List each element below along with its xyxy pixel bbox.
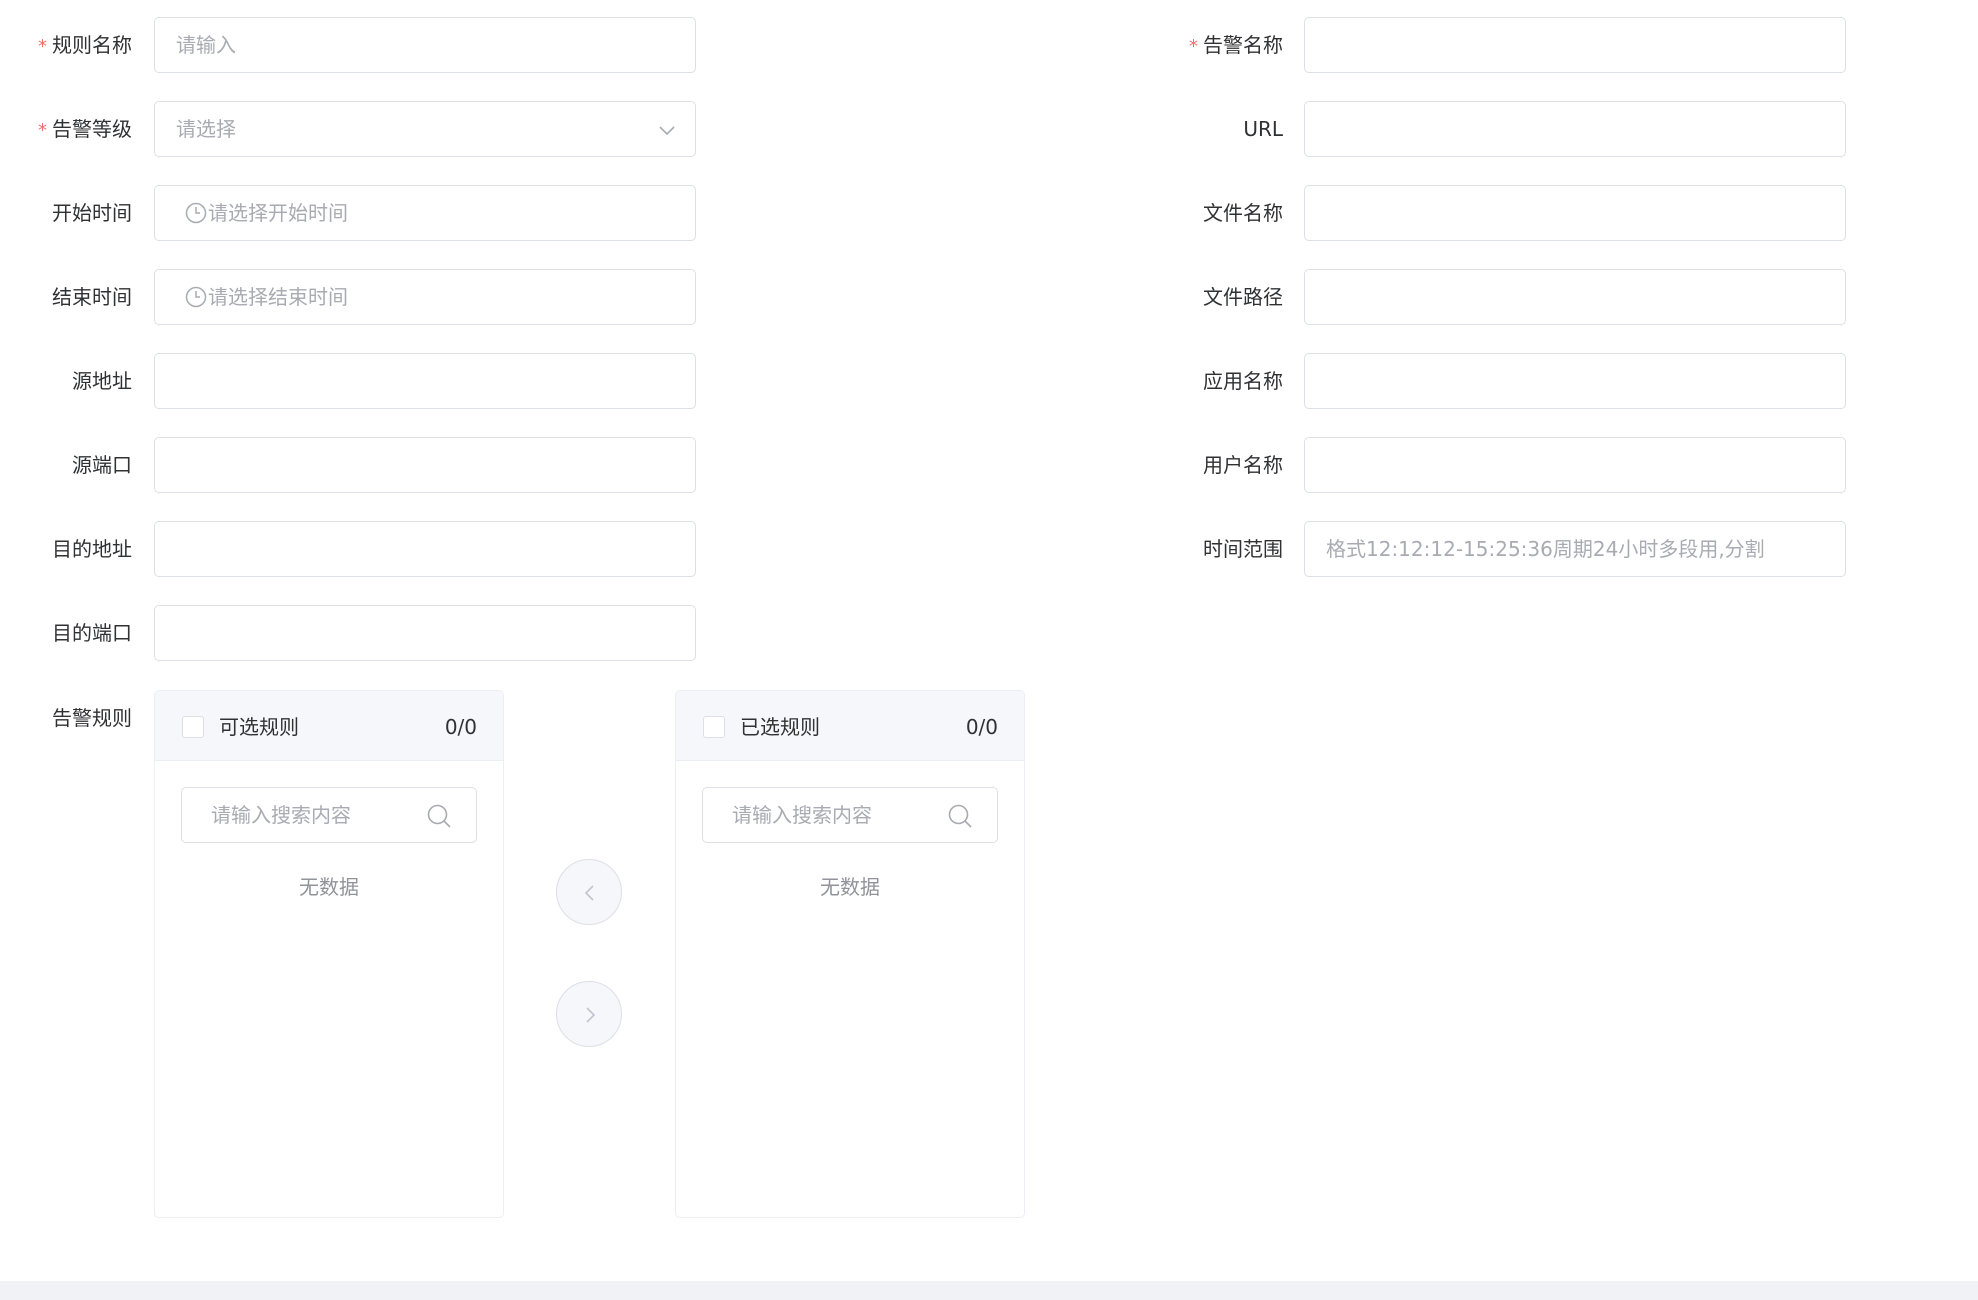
transfer-search-input[interactable]: 请输入搜索内容 — [702, 787, 998, 843]
source-port-label: 源端口 — [72, 453, 132, 477]
clock-icon — [185, 286, 207, 308]
app-name-item: 应用名称 — [1150, 353, 1850, 409]
dest-port-item: 目的端口 — [0, 605, 700, 661]
url-input[interactable] — [1304, 101, 1846, 157]
start-time-label: 开始时间 — [52, 201, 132, 225]
rule-name-label: * 规则名称 — [38, 33, 132, 57]
move-right-button[interactable] — [556, 981, 622, 1047]
file-name-label: 文件名称 — [1203, 201, 1283, 225]
file-path-item: 文件路径 — [1150, 269, 1850, 325]
transfer-title: 已选规则 — [740, 715, 820, 739]
alert-level-item: * 告警等级 请选择 — [0, 101, 700, 157]
required-mark: * — [1189, 36, 1198, 57]
alert-level-label: * 告警等级 — [38, 117, 132, 141]
source-address-item: 源地址 — [0, 353, 700, 409]
required-mark: * — [38, 120, 47, 141]
time-range-item: 时间范围 格式12:12:12-15:25:36周期24小时多段用,分割 — [1150, 521, 1850, 577]
file-path-input[interactable] — [1304, 269, 1846, 325]
chevron-down-icon — [659, 126, 675, 136]
transfer-search-input[interactable]: 请输入搜索内容 — [181, 787, 477, 843]
clock-icon — [185, 202, 207, 224]
alert-name-input[interactable] — [1304, 17, 1846, 73]
empty-text: 无数据 — [299, 875, 359, 899]
source-address-label: 源地址 — [72, 369, 132, 393]
search-icon — [948, 804, 972, 828]
source-port-item: 源端口 — [0, 437, 700, 493]
rule-name-item: * 规则名称 请输入 — [0, 17, 700, 73]
select-all-checkbox[interactable] — [182, 716, 204, 738]
transfer-panel-available: 可选规则 0/0 请输入搜索内容 无数据 — [154, 690, 504, 1218]
empty-text: 无数据 — [820, 875, 880, 899]
app-name-input[interactable] — [1304, 353, 1846, 409]
alert-level-select[interactable]: 请选择 — [154, 101, 696, 157]
chevron-left-icon — [584, 885, 594, 901]
time-range-input[interactable]: 格式12:12:12-15:25:36周期24小时多段用,分割 — [1304, 521, 1846, 577]
end-time-picker[interactable]: 请选择结束时间 — [154, 269, 696, 325]
user-name-input[interactable] — [1304, 437, 1846, 493]
transfer-title: 可选规则 — [219, 715, 299, 739]
file-path-label: 文件路径 — [1203, 285, 1283, 309]
rule-name-input[interactable]: 请输入 — [154, 17, 696, 73]
transfer-header: 已选规则 0/0 — [676, 691, 1024, 761]
start-time-item: 开始时间 请选择开始时间 — [0, 185, 700, 241]
dest-address-label: 目的地址 — [52, 537, 132, 561]
dest-address-item: 目的地址 — [0, 521, 700, 577]
alert-name-item: * 告警名称 — [1150, 17, 1850, 73]
dest-port-label: 目的端口 — [52, 621, 132, 645]
start-time-picker[interactable]: 请选择开始时间 — [154, 185, 696, 241]
user-name-label: 用户名称 — [1203, 453, 1283, 477]
select-all-checkbox[interactable] — [703, 716, 725, 738]
app-name-label: 应用名称 — [1203, 369, 1283, 393]
transfer-panel-selected: 已选规则 0/0 请输入搜索内容 无数据 — [675, 690, 1025, 1218]
alert-rules-label: 告警规则 — [52, 706, 132, 730]
time-range-label: 时间范围 — [1203, 537, 1283, 561]
file-name-item: 文件名称 — [1150, 185, 1850, 241]
source-port-input[interactable] — [154, 437, 696, 493]
transfer-header: 可选规则 0/0 — [155, 691, 503, 761]
url-item: URL — [1150, 101, 1850, 157]
dest-address-input[interactable] — [154, 521, 696, 577]
source-address-input[interactable] — [154, 353, 696, 409]
search-icon — [427, 804, 451, 828]
end-time-label: 结束时间 — [52, 285, 132, 309]
file-name-input[interactable] — [1304, 185, 1846, 241]
footer-bar — [0, 1281, 1978, 1300]
user-name-item: 用户名称 — [1150, 437, 1850, 493]
end-time-item: 结束时间 请选择结束时间 — [0, 269, 700, 325]
required-mark: * — [38, 36, 47, 57]
move-left-button[interactable] — [556, 859, 622, 925]
url-label: URL — [1243, 117, 1283, 141]
alert-name-label: * 告警名称 — [1189, 33, 1283, 57]
transfer-count: 0/0 — [965, 715, 998, 739]
dest-port-input[interactable] — [154, 605, 696, 661]
chevron-right-icon — [586, 1007, 596, 1023]
transfer-count: 0/0 — [444, 715, 477, 739]
